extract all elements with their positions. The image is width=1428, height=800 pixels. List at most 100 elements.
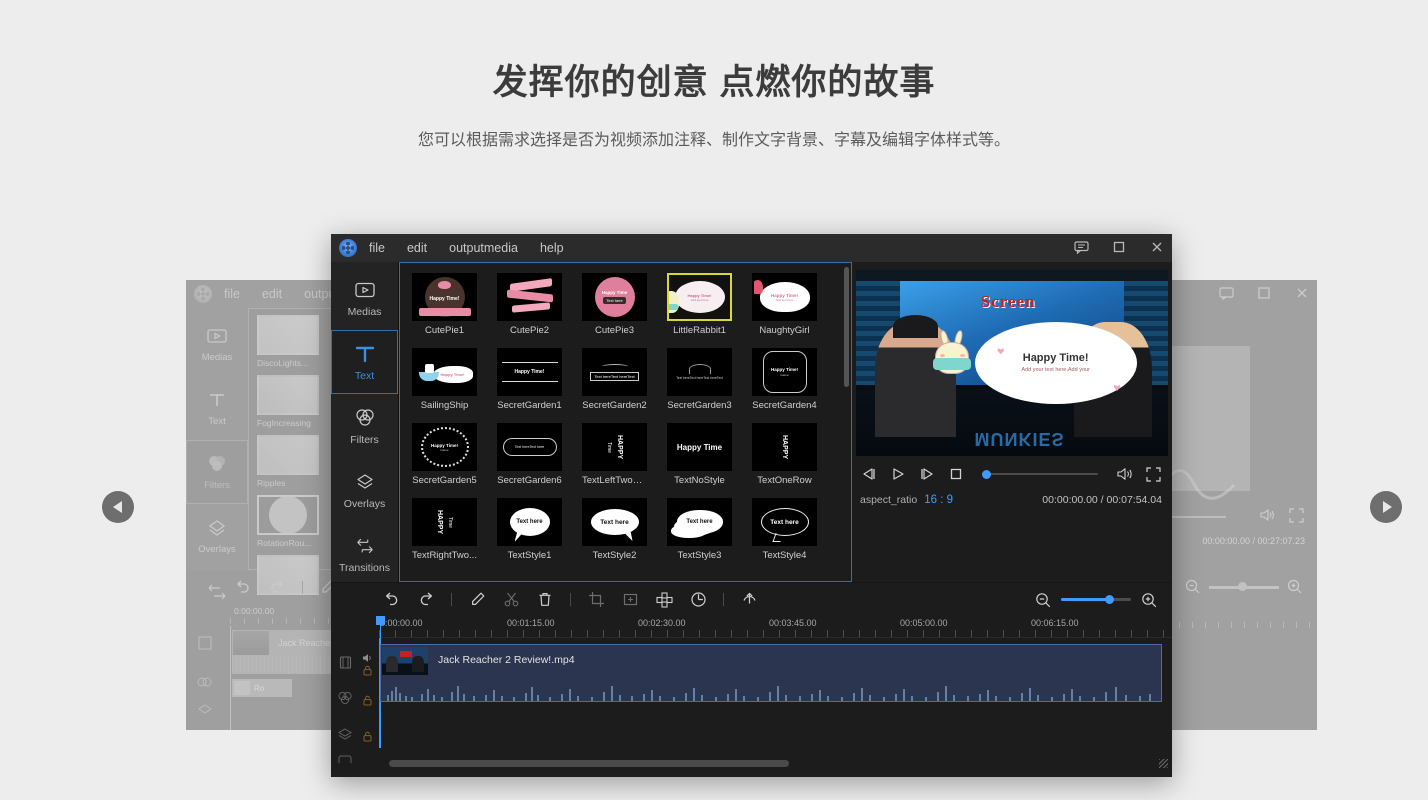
asset-secretgarden4[interactable]: Happy Time! Game SecretGarden4 — [752, 348, 817, 411]
asset-cutepie3[interactable]: Happy Time Text here CutePie3 — [582, 273, 647, 336]
sidebar-item-medias[interactable]: Medias — [331, 266, 398, 330]
asset-naughtygirl[interactable]: Happy Time! Add text here NaughtyGirl — [752, 273, 817, 336]
zoom-out-icon[interactable] — [1034, 591, 1052, 609]
edit-pencil-icon[interactable] — [468, 591, 486, 609]
carousel-prev-button[interactable] — [102, 491, 134, 523]
sidebar-item-transitions[interactable]: Transitions — [331, 522, 398, 586]
zoom-out-icon[interactable] — [1185, 579, 1201, 595]
preview-screen[interactable]: MUNKIES Screen Ha — [856, 270, 1168, 456]
feedback-icon[interactable] — [1074, 240, 1090, 256]
asset-cutepie2[interactable]: CutePie2 — [497, 273, 562, 336]
export-icon[interactable] — [740, 591, 758, 609]
redo-icon[interactable] — [268, 578, 286, 596]
window-resize-grip[interactable] — [1159, 759, 1168, 768]
asset-textnostyle[interactable]: Happy Time TextNoStyle — [667, 423, 732, 486]
asset-littlerabbit1[interactable]: Happy Time! Add text here LittleRabbit1 — [667, 273, 732, 336]
zoom-slider[interactable] — [1061, 598, 1131, 601]
cut-scissors-icon[interactable] — [502, 591, 520, 609]
timeline-scrollbar-thumb[interactable] — [389, 760, 789, 767]
sidebar-item-text[interactable]: Text — [331, 330, 398, 394]
speed-icon[interactable] — [689, 591, 707, 609]
next-frame-button[interactable] — [918, 466, 935, 482]
previous-frame-button[interactable] — [860, 466, 877, 482]
timeline-clip[interactable]: Jack Reacher 2 Review!.mp4 — [380, 644, 1162, 702]
asset-secretgarden5[interactable]: Happy Time! Game SecretGarden5 — [412, 423, 477, 486]
volume-icon[interactable] — [1259, 508, 1275, 524]
asset-textstyle4[interactable]: Text here TextStyle4 — [752, 498, 817, 561]
redo-icon[interactable] — [417, 591, 435, 609]
asset-textrighttworows[interactable]: HAPPY Time TextRightTwo... — [412, 498, 477, 561]
lock-open-icon[interactable] — [362, 693, 373, 704]
sidebar-item-overlays[interactable]: Overlays — [186, 504, 248, 568]
asset-cutepie1[interactable]: Happy Time! CutePie1 — [412, 273, 477, 336]
aspect-ratio-value[interactable]: 16 : 9 — [924, 494, 953, 506]
maximize-icon[interactable] — [1112, 240, 1128, 256]
zoom-in-icon[interactable] — [1140, 591, 1158, 609]
asset-secretgarden3[interactable]: Text hereText hereText hereText SecretGa… — [667, 348, 732, 411]
timeline-ruler[interactable]: 0:00:00.00 00:01:15.00 00:02:30.00 00:03… — [379, 616, 1172, 638]
fit-icon[interactable] — [621, 591, 639, 609]
crop-icon[interactable] — [587, 591, 605, 609]
text-track-head[interactable] — [331, 752, 379, 768]
zoom-slider-knob[interactable] — [1105, 595, 1114, 604]
asset-thumbnail[interactable] — [257, 555, 319, 595]
mosaic-icon[interactable] — [655, 591, 673, 609]
volume-icon[interactable] — [362, 650, 373, 661]
aspect-ratio-label: aspect_ratio — [860, 494, 917, 506]
sidebar-item-filters[interactable]: Filters — [331, 394, 398, 458]
asset-textstyle3[interactable]: Text here TextStyle3 — [667, 498, 732, 561]
asset-textonerow[interactable]: HAPPY TextOneRow — [752, 423, 817, 486]
asset-secretgarden6[interactable]: Text hereText here SecretGarden6 — [497, 423, 562, 486]
effect-clip[interactable]: Ro — [232, 679, 292, 697]
track-area[interactable]: Jack Reacher 2 Review!.mp4 — [379, 638, 1172, 748]
carousel-next-button[interactable] — [1370, 491, 1402, 523]
maximize-icon[interactable] — [1257, 286, 1273, 302]
playhead[interactable] — [230, 626, 231, 730]
seek-slider[interactable] — [982, 467, 1098, 481]
asset-panel-scrollbar[interactable] — [844, 267, 849, 387]
page-subtitle: 您可以根据需求选择是否为视频添加注释、制作文字背景、字幕及编辑字体样式等。 — [0, 126, 1428, 150]
asset-sailingship[interactable]: Happy Time! SailingShip — [412, 348, 477, 411]
zoom-slider[interactable] — [1209, 586, 1279, 589]
menu-item-file[interactable]: file — [224, 287, 240, 301]
close-icon[interactable] — [1150, 240, 1166, 256]
lock-closed-icon[interactable] — [362, 663, 373, 674]
volume-icon[interactable] — [1116, 466, 1133, 482]
sidebar-item-filters[interactable]: Filters — [186, 440, 248, 504]
fullscreen-icon[interactable] — [1145, 466, 1162, 482]
menu-item-edit[interactable]: edit — [407, 241, 427, 255]
video-track-head[interactable] — [331, 644, 379, 680]
feedback-icon[interactable] — [1219, 286, 1235, 302]
zoom-in-icon[interactable] — [1287, 579, 1303, 595]
sidebar-item-label: Medias — [348, 306, 382, 318]
stop-button[interactable] — [947, 466, 964, 482]
sidebar-item-overlays[interactable]: Overlays — [331, 458, 398, 522]
menu-item-help[interactable]: help — [540, 241, 564, 255]
asset-textlefttworows[interactable]: Time HAPPY TextLeftTwoR... — [582, 423, 647, 486]
asset-secretgarden1[interactable]: Happy Time! SecretGarden1 — [497, 348, 562, 411]
filter-track-head[interactable] — [331, 680, 379, 716]
left-window-sidebar: Medias Text Filters — [186, 308, 248, 570]
timeline-scrollbar[interactable] — [379, 760, 1164, 767]
play-button[interactable] — [889, 466, 906, 482]
asset-textstyle2[interactable]: Text here TextStyle2 — [582, 498, 647, 561]
asset-secretgarden2[interactable]: Text hereText hereText SecretGarden2 — [582, 348, 647, 411]
lock-open-icon[interactable] — [362, 729, 373, 740]
undo-icon[interactable] — [383, 591, 401, 609]
undo-icon[interactable] — [234, 578, 252, 596]
sidebar-item-medias[interactable]: Medias — [186, 312, 248, 376]
delete-trash-icon[interactable] — [536, 591, 554, 609]
overlay-track-head[interactable] — [331, 716, 379, 752]
zoom-slider-knob[interactable] — [1238, 582, 1247, 591]
main-window[interactable]: file edit outputmedia help Medias — [331, 234, 1172, 777]
asset-textstyle1[interactable]: Text here TextStyle1 — [497, 498, 562, 561]
fullscreen-icon[interactable] — [1289, 508, 1305, 524]
asset-label: SecretGarden4 — [752, 400, 817, 411]
close-icon[interactable] — [1295, 286, 1311, 302]
sidebar-item-text[interactable]: Text — [186, 376, 248, 440]
asset-label: SecretGarden1 — [497, 400, 562, 411]
menu-item-outputmedia[interactable]: outputmedia — [449, 241, 518, 255]
menu-item-edit[interactable]: edit — [262, 287, 282, 301]
seek-knob[interactable] — [982, 470, 991, 479]
menu-item-file[interactable]: file — [369, 241, 385, 255]
